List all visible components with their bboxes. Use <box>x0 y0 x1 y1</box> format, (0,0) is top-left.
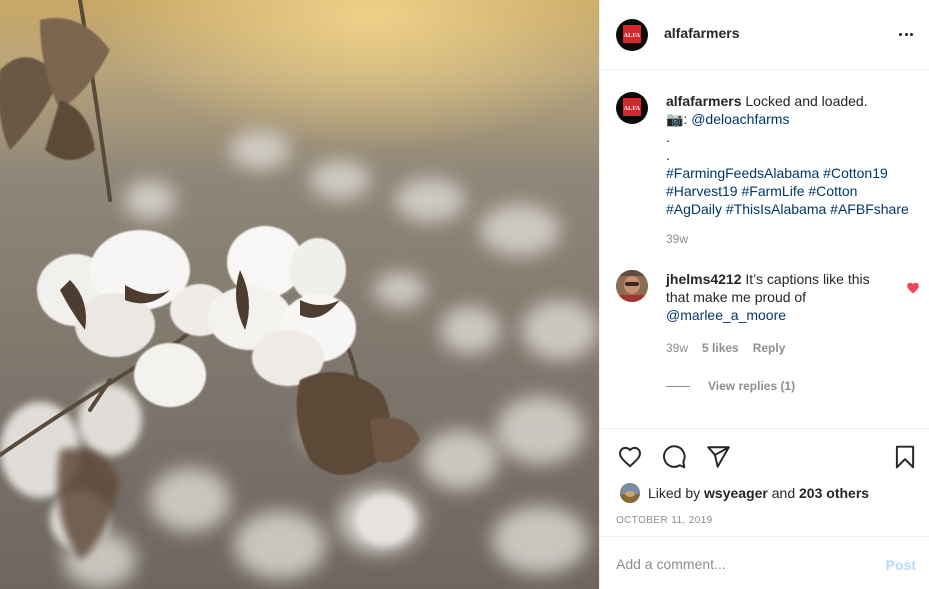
hashtags-line[interactable]: #Harvest19 #FarmLife #Cotton <box>666 182 921 200</box>
replies-divider <box>666 385 690 387</box>
liker-avatar[interactable] <box>620 483 640 503</box>
caption-text: alfafarmers Locked and loaded. 📷: @deloa… <box>666 92 921 218</box>
post-comment-button[interactable]: Post <box>886 557 916 573</box>
comment-meta: 39w 5 likes Reply <box>666 341 785 355</box>
logo-text: ALFA <box>623 106 641 112</box>
caption-first-line: alfafarmers Locked and loaded. <box>666 92 921 110</box>
credit-mention-link[interactable]: @deloachfarms <box>691 111 789 127</box>
logo-text: ALFA <box>623 33 641 39</box>
dot <box>899 32 902 36</box>
liked-by-user-link[interactable]: wsyeager <box>704 485 768 501</box>
post-date[interactable]: OCTOBER 11, 2019 <box>616 515 713 526</box>
liker-photo <box>620 483 640 503</box>
caption-username-link[interactable]: alfafarmers <box>666 93 742 109</box>
heart-icon[interactable] <box>617 444 643 470</box>
caption-dot: . <box>666 147 670 163</box>
commenter-avatar[interactable] <box>616 270 648 302</box>
comment-text: jhelms4212 It’s captions like this that … <box>666 270 891 324</box>
liked-by-row: Liked by wsyeager and 203 others <box>620 483 869 503</box>
comment-mention-link[interactable]: @marlee_a_moore <box>666 307 786 323</box>
view-replies-label: View replies (1) <box>708 379 796 393</box>
caption-avatar[interactable]: ALFA <box>616 92 648 124</box>
comment-timestamp[interactable]: 39w <box>666 341 688 355</box>
post-actions: Liked by wsyeager and 203 others OCTOBER… <box>600 428 929 536</box>
commenter-username-link[interactable]: jhelms4212 <box>666 271 742 287</box>
view-replies-button[interactable]: View replies (1) <box>666 379 795 393</box>
liked-by-and: and <box>771 485 796 501</box>
post-side-panel: ALFA alfafarmers ALFA alfafarmers Locked… <box>599 0 929 589</box>
hashtags-line[interactable]: #AgDaily #ThisIsAlabama #AFBFshare <box>666 200 921 218</box>
post-header: ALFA alfafarmers <box>600 0 929 70</box>
caption-timestamp[interactable]: 39w <box>666 232 688 246</box>
cotton-field-photo <box>0 0 599 589</box>
username-link[interactable]: alfafarmers <box>664 25 740 41</box>
caption-credit-line: 📷: @deloachfarms <box>666 111 790 127</box>
avatar[interactable]: ALFA <box>616 19 648 51</box>
caption-dot: . <box>666 129 670 145</box>
dot <box>910 32 913 36</box>
caption-body: Locked and loaded. <box>745 93 868 109</box>
camera-icon: 📷 <box>666 111 684 127</box>
bookmark-icon[interactable] <box>892 444 918 470</box>
instagram-post-view: ALFA alfafarmers ALFA alfafarmers Locked… <box>0 0 929 589</box>
post-image[interactable] <box>0 0 599 589</box>
hashtags-line[interactable]: #FarmingFeedsAlabama #Cotton19 <box>666 164 921 182</box>
more-options-icon[interactable] <box>896 26 916 42</box>
comment-input[interactable] <box>616 550 866 578</box>
dot <box>904 32 908 36</box>
heart-filled-icon[interactable] <box>906 281 920 295</box>
comment-icon[interactable] <box>661 444 687 470</box>
liked-by-prefix: Liked by <box>648 485 701 501</box>
add-comment-bar: Post <box>600 536 929 589</box>
reply-button[interactable]: Reply <box>753 341 786 355</box>
comment-likes-count[interactable]: 5 likes <box>702 341 739 355</box>
share-icon[interactable] <box>705 444 731 470</box>
likes-count-link[interactable]: 203 others <box>799 485 869 501</box>
commenter-photo <box>616 270 648 302</box>
